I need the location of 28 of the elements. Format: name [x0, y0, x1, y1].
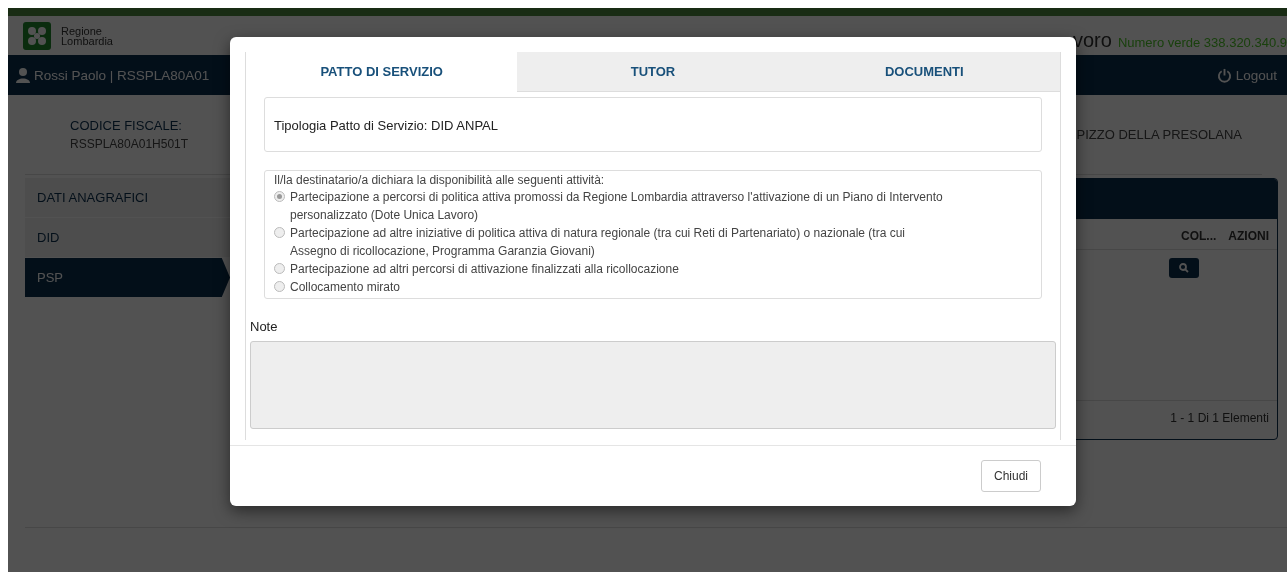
field-value: RSSPLA80A01H501T — [70, 137, 189, 151]
logo-text: Regione Lombardia — [61, 25, 113, 46]
option-label: Partecipazione ad altre iniziative di politica attiva di natura regionale (tra cui Reti di Partenariato) o nazionale (tra cui Assegno di ricollocazione, Programma Garanzia Giovani) — [290, 225, 906, 260]
field-label: CODICE FISCALE: — [70, 118, 183, 133]
dialog-tab[interactable]: DOCUMENTI — [788, 52, 1060, 92]
radio-button[interactable] — [274, 191, 285, 202]
phone-number: Numero verde 338.320.340.9 — [1117, 35, 1287, 50]
options-label: Il/la destinatario/a dichiara la disponibilità alle seguenti attività: — [274, 172, 606, 188]
user-name: Rossi Paolo | RSSPLA80A01 — [34, 67, 210, 83]
close-button[interactable]: Chiudi — [980, 460, 1041, 492]
option-label: Partecipazione a percorsi di politica attiva promossi da Regione Lombardia attraverso l'attivazione di un Piano di Intervento personalizzato (Dote Unica Lavoro) — [290, 189, 944, 224]
radio-button[interactable] — [274, 263, 285, 274]
column-header: AZIONI — [1228, 229, 1269, 243]
app-title: voro — [1072, 29, 1112, 52]
note-label: Note — [250, 319, 279, 334]
dialog-tab[interactable]: TUTOR — [517, 52, 789, 92]
address-text: PIZZO DELLA PRESOLANA — [1076, 127, 1243, 142]
service-type-text: Tipologia Patto di Servizio: DID ANPAL — [274, 118, 499, 133]
user-icon — [16, 67, 30, 83]
search-button[interactable] — [1169, 258, 1199, 278]
radio-button[interactable] — [274, 281, 285, 292]
search-icon — [1179, 263, 1189, 273]
option-label: Collocamento mirato — [290, 279, 401, 296]
logo-icon — [23, 21, 51, 50]
radio-button[interactable] — [274, 227, 285, 238]
power-icon — [1216, 67, 1232, 83]
column-header: COL... — [1181, 229, 1217, 243]
option-label: Partecipazione ad altri percorsi di attivazione finalizzati alla ricollocazione — [290, 261, 679, 278]
